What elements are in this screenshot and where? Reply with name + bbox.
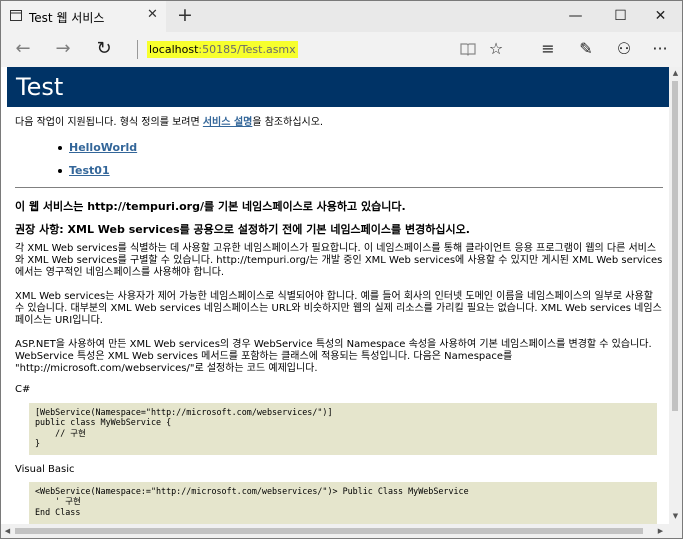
list-item: Test01 xyxy=(57,164,137,187)
forward-button[interactable]: → xyxy=(48,36,78,62)
intro-text: 다음 작업이 지원됩니다. 형식 정의를 보려면 xyxy=(15,117,203,128)
favorite-star-icon[interactable]: ☆ xyxy=(483,36,509,62)
page-header: Test xyxy=(7,67,669,107)
intro: 다음 작업이 지원됩니다. 형식 정의를 보려면 서비스 설명을 참조하십시오. xyxy=(15,117,665,129)
hub-icon[interactable]: ≡ xyxy=(535,36,561,62)
list-item: HelloWorld xyxy=(57,141,137,164)
minimize-button[interactable]: — xyxy=(553,1,598,32)
scroll-right-icon[interactable]: ▶ xyxy=(654,527,667,535)
address-separator xyxy=(137,40,138,59)
share-icon[interactable]: ⚇ xyxy=(611,36,637,62)
vb-label: Visual Basic xyxy=(15,464,75,475)
browser-window: Test 웹 서비스 ✕ + — ☐ ✕ ← → ↻ localhost:501… xyxy=(0,0,683,539)
vertical-scroll-thumb[interactable] xyxy=(672,81,678,411)
page-viewport: Test 다음 작업이 지원됩니다. 형식 정의를 보려면 서비스 설명을 참조… xyxy=(1,67,669,538)
operation-link-helloworld[interactable]: HelloWorld xyxy=(69,141,137,154)
page-title: Test xyxy=(16,73,64,101)
address-bar[interactable]: localhost:50185/Test.asmx xyxy=(147,41,298,58)
horizontal-scrollbar[interactable]: ◀ ▶ xyxy=(1,524,669,538)
tab-close-icon[interactable]: ✕ xyxy=(147,7,158,22)
maximize-button[interactable]: ☐ xyxy=(598,1,643,32)
scroll-up-icon[interactable]: ▲ xyxy=(669,69,682,77)
more-icon[interactable]: ··· xyxy=(647,36,673,62)
close-window-button[interactable]: ✕ xyxy=(638,1,682,32)
divider xyxy=(15,187,663,188)
back-button[interactable]: ← xyxy=(8,36,38,62)
paragraph-2: XML Web services는 사용자가 제어 가능한 네임스페이스로 식별… xyxy=(15,291,662,326)
operation-list: HelloWorld Test01 xyxy=(57,141,137,187)
paragraph-3: ASP.NET을 사용하여 만든 XML Web services의 경우 We… xyxy=(15,339,652,374)
reading-view-icon[interactable] xyxy=(455,36,481,62)
tab-strip: Test 웹 서비스 ✕ + — ☐ ✕ xyxy=(1,1,682,32)
refresh-button[interactable]: ↻ xyxy=(89,36,119,62)
active-tab[interactable]: Test 웹 서비스 ✕ xyxy=(1,1,166,32)
url-host: localhost xyxy=(149,43,199,56)
operation-link-test01[interactable]: Test01 xyxy=(69,164,110,177)
recommendation: 권장 사항: XML Web services를 공용으로 설정하기 전에 기본… xyxy=(15,223,470,236)
horizontal-scroll-thumb[interactable] xyxy=(15,528,643,534)
navigation-bar: ← → ↻ localhost:50185/Test.asmx ☆ ≡ ✎ ⚇ … xyxy=(1,32,682,67)
paragraph-1: 각 XML Web services를 식별하는 데 사용할 고유한 네임스페이… xyxy=(15,243,663,278)
scroll-down-icon[interactable]: ▼ xyxy=(669,512,682,520)
url-path: :50185/Test.asmx xyxy=(198,43,296,56)
service-description-link[interactable]: 서비스 설명 xyxy=(203,117,252,128)
page-icon xyxy=(10,10,22,21)
vertical-scrollbar[interactable]: ▲ ▼ xyxy=(669,67,682,524)
web-note-icon[interactable]: ✎ xyxy=(573,36,599,62)
intro-text-end: 을 참조하십시오. xyxy=(252,117,324,128)
namespace-notice: 이 웹 서비스는 http://tempuri.org/를 기본 네임스페이스로… xyxy=(15,200,406,213)
csharp-code-block: [WebService(Namespace="http://microsoft.… xyxy=(29,403,657,455)
new-tab-button[interactable]: + xyxy=(177,4,193,26)
tab-title: Test 웹 서비스 xyxy=(29,11,105,25)
scrollbar-corner xyxy=(669,524,682,538)
csharp-label: C# xyxy=(15,384,31,395)
scroll-left-icon[interactable]: ◀ xyxy=(1,527,14,535)
vb-code-block: <WebService(Namespace:="http://microsoft… xyxy=(29,482,657,526)
